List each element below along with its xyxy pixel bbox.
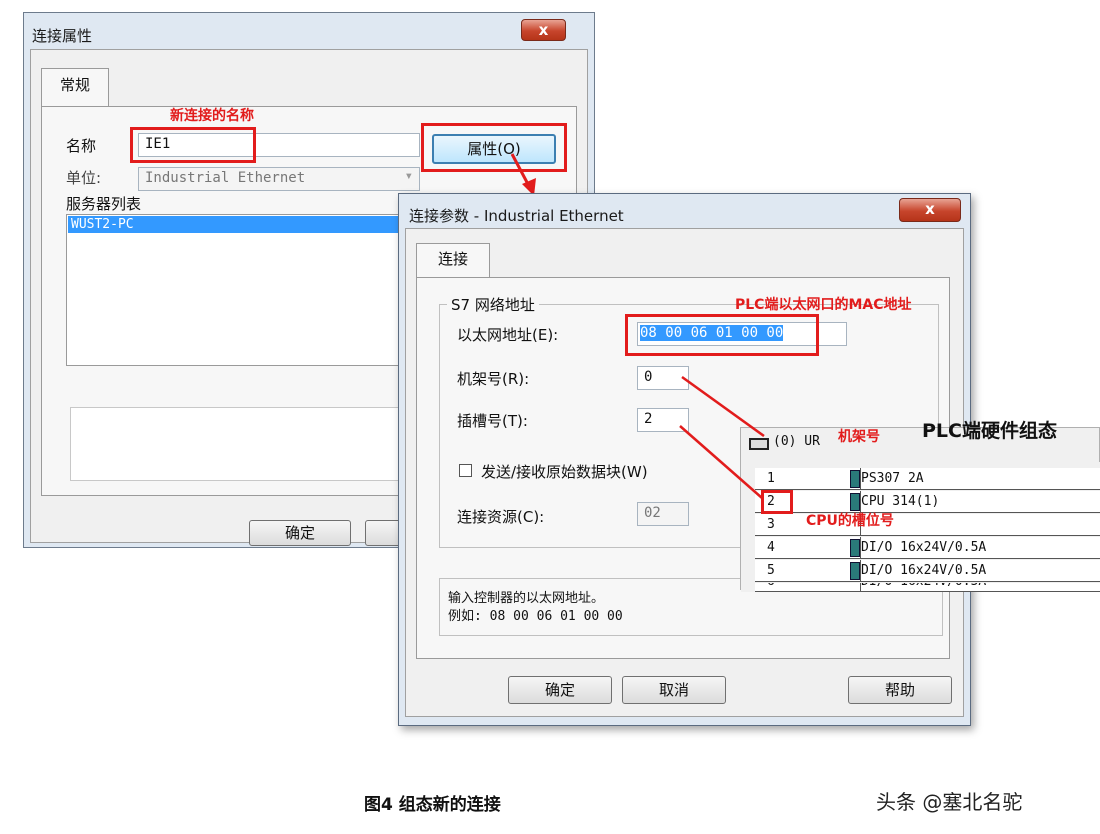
connector-lines (679, 375, 765, 499)
watermark: 头条 @塞北名驼 (876, 790, 1023, 814)
figure-caption: 图4 组态新的连接 (364, 795, 501, 815)
